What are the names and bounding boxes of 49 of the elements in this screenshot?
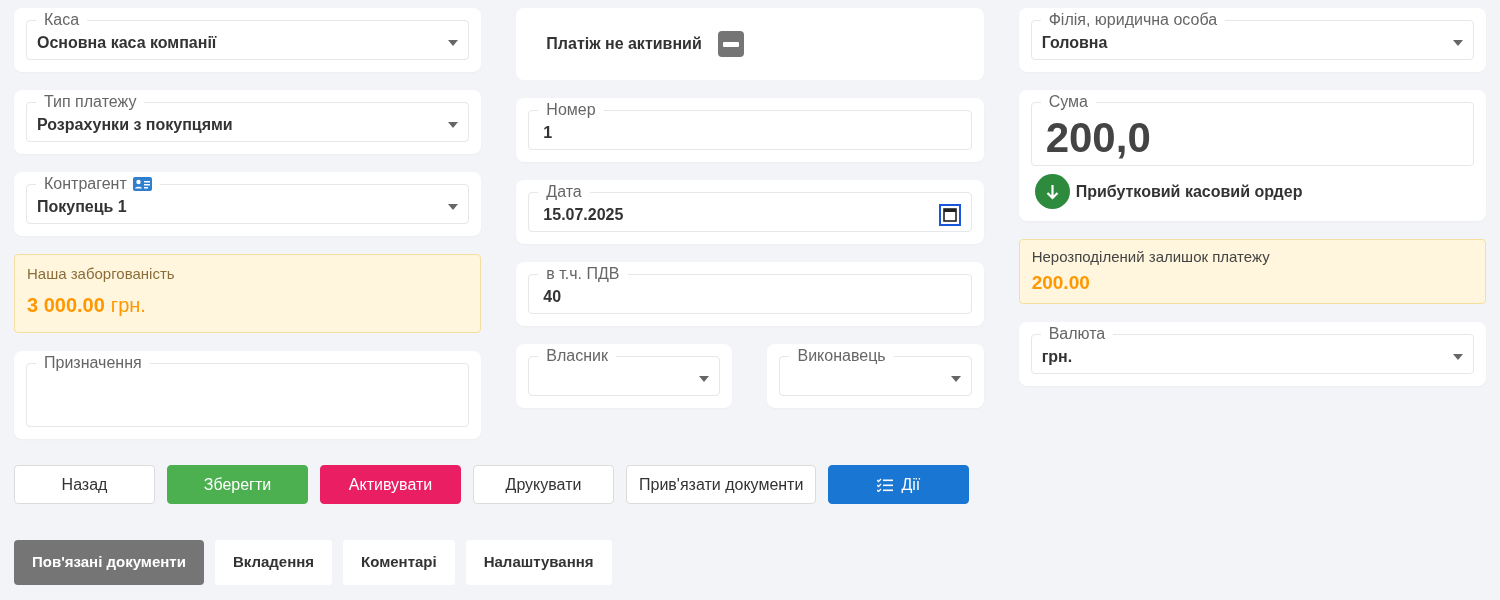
dropdown-caret-icon — [1453, 40, 1463, 46]
field-label: Тип платежу — [44, 92, 137, 112]
field-label: Філія, юридична особа — [1048, 10, 1218, 30]
sum-value: 200,0 — [1045, 114, 1151, 162]
contact-card-icon[interactable] — [132, 177, 152, 191]
checklist-icon — [877, 477, 894, 492]
order-type: Прибутковий касовий ордер — [1075, 181, 1303, 202]
field-label: Контрагент — [44, 174, 127, 194]
tab[interactable]: Налаштування — [465, 540, 612, 585]
action-button[interactable]: Дії — [828, 465, 970, 504]
unallocated-amount: 200.00 — [1031, 270, 1091, 295]
tab[interactable]: Пов'язані документи — [14, 540, 204, 585]
field-label: Каса — [44, 10, 80, 30]
field-label: Валюта — [1048, 324, 1106, 344]
debt-label: Наша заборгованість — [27, 264, 176, 284]
status-label: Платіж не активний — [546, 34, 702, 54]
calendar-icon[interactable] — [938, 204, 961, 226]
field-value: Розрахунки з покупцями — [37, 115, 233, 135]
field-label: Призначення — [44, 352, 142, 373]
debt-currency: грн. — [110, 292, 146, 318]
field-value: Основна каса компанії — [37, 33, 217, 53]
action-button[interactable]: Активувати — [320, 465, 461, 504]
minus-icon — [722, 41, 739, 47]
field-value: Головна — [1041, 33, 1108, 53]
tab[interactable]: Коментарі — [343, 540, 455, 585]
dropdown-caret-icon — [1453, 354, 1463, 360]
unallocated-label: Нерозподілений залишок платежу — [1031, 247, 1271, 267]
debt-amount: 3 000.00 — [27, 292, 105, 318]
field-label: в т.ч. ПДВ — [546, 264, 620, 284]
dropdown-caret-icon — [448, 122, 459, 128]
dropdown-caret-icon — [699, 376, 710, 382]
field-label: Номер — [546, 100, 596, 120]
action-button[interactable]: Прив'язати документи — [626, 465, 817, 504]
field-value: 40 — [543, 287, 562, 307]
field-label: Власник — [546, 346, 608, 366]
field-value: Покупець 1 — [37, 197, 127, 217]
dropdown-caret-icon — [950, 376, 961, 382]
action-button[interactable]: Друкувати — [473, 465, 614, 504]
field-label: Сума — [1048, 92, 1088, 112]
field-label: Дата — [546, 182, 582, 202]
field-value: 15.07.2025 — [543, 205, 624, 225]
status-toggle[interactable] — [717, 31, 744, 57]
tab[interactable]: Вкладення — [214, 540, 333, 585]
field-label: Виконавець — [797, 346, 886, 366]
action-button[interactable]: Назад — [14, 465, 155, 504]
field-value: грн. — [1041, 347, 1073, 367]
field-value: 1 — [543, 123, 553, 143]
dropdown-caret-icon — [448, 40, 459, 46]
dropdown-caret-icon — [448, 204, 459, 210]
